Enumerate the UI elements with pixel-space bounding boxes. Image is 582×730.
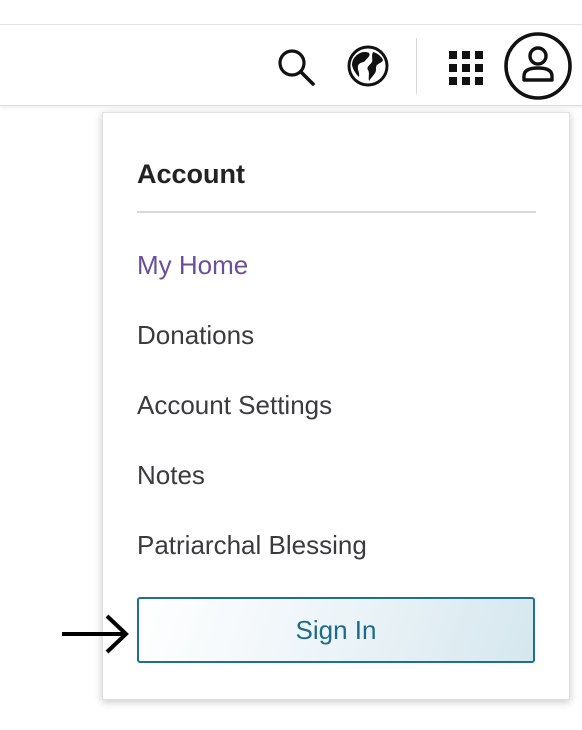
account-menu-title: Account xyxy=(137,159,245,189)
account-icon[interactable] xyxy=(503,31,573,101)
apps-grid-icon[interactable] xyxy=(446,48,486,88)
globe-icon[interactable] xyxy=(346,44,390,88)
header-divider xyxy=(416,38,417,94)
right-arrow-annotation xyxy=(62,614,129,654)
menu-divider xyxy=(137,211,536,213)
menu-item-account-settings[interactable]: Account Settings xyxy=(137,390,332,421)
menu-item-my-home[interactable]: My Home xyxy=(137,250,248,281)
menu-item-patriarchal-blessing[interactable]: Patriarchal Blessing xyxy=(137,530,367,561)
account-dropdown-menu: Account My Home Donations Account Settin… xyxy=(102,112,570,700)
search-icon[interactable] xyxy=(274,45,318,89)
menu-item-notes[interactable]: Notes xyxy=(137,460,205,491)
menu-item-donations[interactable]: Donations xyxy=(137,320,254,351)
sign-in-button[interactable]: Sign In xyxy=(137,597,535,663)
